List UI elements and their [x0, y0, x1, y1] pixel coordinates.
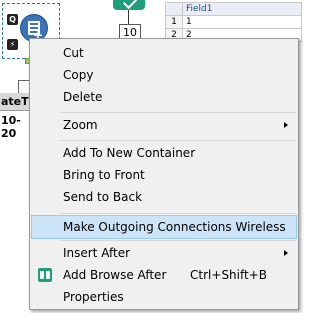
menu-separator: [60, 213, 296, 214]
tool-badge-q: Q: [7, 14, 18, 25]
menu-item-make-outgoing-connections-wireless[interactable]: Make Outgoing Connections Wireless: [31, 215, 297, 239]
menu-separator: [60, 240, 296, 241]
tool-badge-lightning: ⚡: [7, 39, 18, 50]
menu-separator: [60, 140, 296, 141]
results-grid: Field1 1 1 2 2: [165, 2, 302, 42]
menu-item-zoom[interactable]: Zoom: [32, 114, 296, 136]
grid-row-number: 1: [165, 15, 183, 29]
menu-item-add-browse-after[interactable]: Add Browse After Ctrl+Shift+B: [32, 264, 296, 286]
menu-item-label: Copy: [63, 68, 94, 82]
submenu-arrow-icon: [284, 122, 288, 128]
grid-cell[interactable]: 1: [182, 15, 302, 29]
menu-item-label: Delete: [63, 90, 103, 104]
menu-item-properties[interactable]: Properties: [32, 286, 296, 308]
grid-corner: [165, 2, 183, 16]
menu-item-label: Add Browse After: [63, 268, 167, 282]
menu-item-label: Bring to Front: [63, 168, 145, 182]
grid-column-header[interactable]: Field1: [182, 2, 302, 16]
menu-item-send-to-back[interactable]: Send to Back: [32, 186, 296, 208]
left-table-header[interactable]: ateTi: [0, 93, 32, 111]
left-table-cell[interactable]: 10-20: [0, 111, 30, 143]
menu-item-label: Insert After: [63, 246, 131, 260]
menu-item-label: Zoom: [63, 118, 98, 132]
binoculars-icon: [38, 268, 52, 282]
menu-item-label: Make Outgoing Connections Wireless: [63, 220, 286, 234]
menu-item-label: Cut: [63, 46, 84, 60]
menu-item-label: Add To New Container: [63, 146, 196, 160]
menu-item-bring-to-front[interactable]: Bring to Front: [32, 164, 296, 186]
menu-item-delete[interactable]: Delete: [32, 86, 296, 108]
menu-item-label: Properties: [63, 290, 124, 304]
menu-item-shortcut: Ctrl+Shift+B: [190, 268, 267, 282]
connection-count-badge: 10: [119, 24, 141, 39]
menu-item-insert-after[interactable]: Insert After: [32, 242, 296, 264]
left-table-fragment: ateTi 10-20: [0, 93, 32, 143]
context-menu: Cut Copy Delete Zoom Add To New Containe…: [29, 38, 299, 310]
menu-item-cut[interactable]: Cut: [32, 42, 296, 64]
menu-item-label: Send to Back: [63, 190, 143, 204]
submenu-arrow-icon: [284, 250, 288, 256]
menu-separator: [60, 112, 296, 113]
menu-item-copy[interactable]: Copy: [32, 64, 296, 86]
menu-item-add-to-new-container[interactable]: Add To New Container: [32, 142, 296, 164]
browse-tool-icon[interactable]: [113, 0, 145, 10]
